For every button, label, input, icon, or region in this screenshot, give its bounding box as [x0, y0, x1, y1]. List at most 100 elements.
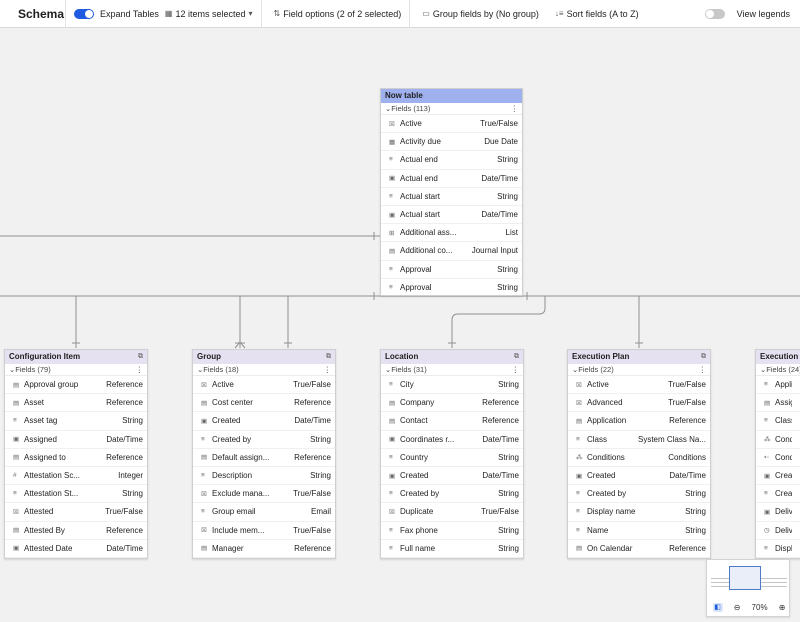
more-icon[interactable]: ⋮: [511, 103, 519, 114]
field-row[interactable]: ☒ Exclude mana... True/False: [193, 485, 335, 504]
table-header[interactable]: Location ⧉: [381, 350, 523, 364]
field-row[interactable]: ▤ Default assign... Reference: [193, 449, 335, 467]
fields-count: Fields (22): [578, 365, 614, 374]
zoom-out-icon[interactable]: ⊖: [734, 603, 741, 612]
fields-toggle[interactable]: ⌄Fields (24): [756, 364, 800, 376]
more-icon[interactable]: ⋮: [324, 364, 332, 375]
table-header[interactable]: Execution Pl: [756, 350, 800, 364]
field-row[interactable]: ≡ Group email Email: [193, 503, 335, 522]
table-card-execution-plan[interactable]: Execution Plan ⧉ ⌄Fields (22) ⋮ ☒ Active Tru…: [567, 349, 711, 559]
field-row[interactable]: ≡ Created: [756, 485, 800, 504]
field-row[interactable]: ▦ Activity due Due Date: [381, 133, 522, 152]
minimap-viewport[interactable]: [729, 566, 761, 590]
datetime-icon: ▣: [389, 472, 396, 480]
field-type: Reference: [106, 380, 143, 390]
field-row[interactable]: ⁂ Conditi: [756, 431, 800, 449]
field-name: Assigned: [24, 434, 57, 444]
field-row[interactable]: # Attestation Sc... Integer: [5, 467, 147, 486]
open-external-icon[interactable]: ⧉: [326, 350, 331, 364]
field-row[interactable]: ▤ Attested By Reference: [5, 522, 147, 540]
field-row[interactable]: ≡ Name String: [568, 522, 710, 540]
field-row[interactable]: ▤ Assigne: [756, 394, 800, 413]
field-row[interactable]: ≡ Created by String: [193, 431, 335, 449]
field-row[interactable]: ◷ Delivery: [756, 522, 800, 540]
field-row[interactable]: ▣ Attested Date Date/Time: [5, 540, 147, 558]
field-row[interactable]: ≡ Display name String: [568, 503, 710, 522]
field-type: Reference: [106, 452, 143, 462]
field-row[interactable]: ▣ Assigned Date/Time: [5, 431, 147, 449]
field-row[interactable]: ▤ Application Reference: [568, 412, 710, 431]
field-row[interactable]: ☒ Active True/False: [568, 376, 710, 395]
field-row[interactable]: ☒ Active True/False: [193, 376, 335, 395]
field-row[interactable]: ▤ Cost center Reference: [193, 394, 335, 413]
field-row[interactable]: ▤ Assigned to Reference: [5, 449, 147, 467]
zoom-in-icon[interactable]: ⊕: [779, 603, 786, 612]
field-row[interactable]: ▣ Actual start Date/Time: [381, 206, 522, 225]
field-row[interactable]: ☒ Duplicate True/False: [381, 503, 523, 522]
field-row[interactable]: ≡ Attestation St... String: [5, 485, 147, 504]
field-row[interactable]: ≡ Created by String: [381, 485, 523, 504]
field-row[interactable]: ▣ Created: [756, 467, 800, 486]
field-row[interactable]: ⁂ Conditions Conditions: [568, 449, 710, 467]
field-row[interactable]: ≡ Class System Class Na...: [568, 431, 710, 449]
field-row[interactable]: ≡ Fax phone String: [381, 522, 523, 540]
table-card-now-table[interactable]: Now table ⌄Fields (113) ⋮ ☒ Active True/Fal…: [380, 88, 523, 296]
field-row[interactable]: ≡ City String: [381, 376, 523, 395]
more-icon[interactable]: ⋮: [136, 364, 144, 375]
fields-toggle[interactable]: ⌄Fields (113) ⋮: [381, 103, 522, 115]
field-row[interactable]: ≡ Country String: [381, 449, 523, 467]
table-header[interactable]: Configuration Item ⧉: [5, 350, 147, 364]
fit-view-icon[interactable]: ◧: [712, 602, 723, 612]
field-row[interactable]: ▤ Asset Reference: [5, 394, 147, 413]
field-row[interactable]: ▣ Coordinates r... Date/Time: [381, 431, 523, 449]
field-row[interactable]: ≡ Class: [756, 412, 800, 431]
field-row[interactable]: ▣ Delivery: [756, 503, 800, 522]
field-row[interactable]: ▣ Created Date/Time: [193, 412, 335, 431]
field-row[interactable]: ≡ Full name String: [381, 540, 523, 558]
fields-toggle[interactable]: ⌄Fields (22) ⋮: [568, 364, 710, 376]
minimap[interactable]: ◧ ⊖ 70% ⊕: [706, 559, 790, 617]
field-row[interactable]: ≡ Applicat: [756, 376, 800, 395]
field-row[interactable]: ≡ Asset tag String: [5, 412, 147, 431]
open-external-icon[interactable]: ⧉: [138, 350, 143, 364]
field-row[interactable]: ▣ Created Date/Time: [381, 467, 523, 486]
field-row[interactable]: ▤ Contact Reference: [381, 412, 523, 431]
field-row[interactable]: ⊞ Additional ass... List: [381, 224, 522, 243]
field-row[interactable]: ☒ Include mem... True/False: [193, 522, 335, 540]
field-row[interactable]: ▤ Company Reference: [381, 394, 523, 413]
table-card-group[interactable]: Group ⧉ ⌄Fields (18) ⋮ ☒ Active True/False ▤ C…: [192, 349, 336, 559]
fields-toggle[interactable]: ⌄Fields (18) ⋮: [193, 364, 335, 376]
field-row[interactable]: ▤ On Calendar Reference: [568, 540, 710, 558]
field-row[interactable]: ☒ Active True/False: [381, 115, 522, 134]
field-name: Created: [775, 489, 792, 499]
fields-toggle[interactable]: ⌄Fields (79) ⋮: [5, 364, 147, 376]
field-row[interactable]: ▣ Created Date/Time: [568, 467, 710, 486]
table-card-location[interactable]: Location ⧉ ⌄Fields (31) ⋮ ≡ City String ▤ Comp…: [380, 349, 524, 559]
field-row[interactable]: ☒ Attested True/False: [5, 503, 147, 522]
field-row[interactable]: ≡ Actual start String: [381, 188, 522, 206]
fields-toggle[interactable]: ⌄Fields (31) ⋮: [381, 364, 523, 376]
field-row[interactable]: ▣ Actual end Date/Time: [381, 170, 522, 188]
field-row[interactable]: ≡ Approval String: [381, 261, 522, 279]
field-name: Display name: [587, 507, 636, 517]
field-row[interactable]: ⇠ Conditi: [756, 449, 800, 467]
field-row[interactable]: ▤ Manager Reference: [193, 540, 335, 558]
open-external-icon[interactable]: ⧉: [701, 350, 706, 364]
table-card-execution-plan-partial[interactable]: Execution Pl ⌄Fields (24) ≡ Applicat ▤ Assi…: [755, 349, 800, 559]
table-header[interactable]: Execution Plan ⧉: [568, 350, 710, 364]
more-icon[interactable]: ⋮: [699, 364, 707, 375]
field-row[interactable]: ▤ Additional co... Journal Input: [381, 242, 522, 261]
field-row[interactable]: ≡ Display: [756, 540, 800, 558]
field-row[interactable]: ≡ Description String: [193, 467, 335, 486]
field-type: Integer: [118, 471, 143, 481]
table-card-configuration-item[interactable]: Configuration Item ⧉ ⌄Fields (79) ⋮ ▤ Appro…: [4, 349, 148, 559]
field-row[interactable]: ≡ Created by String: [568, 485, 710, 504]
field-row[interactable]: ≡ Actual end String: [381, 151, 522, 170]
open-external-icon[interactable]: ⧉: [514, 350, 519, 364]
field-row[interactable]: ≡ Approval String: [381, 279, 522, 295]
field-row[interactable]: ▤ Approval group Reference: [5, 376, 147, 395]
table-header[interactable]: Group ⧉: [193, 350, 335, 364]
more-icon[interactable]: ⋮: [512, 364, 520, 375]
table-header[interactable]: Now table: [381, 89, 522, 103]
field-row[interactable]: ☒ Advanced True/False: [568, 394, 710, 413]
